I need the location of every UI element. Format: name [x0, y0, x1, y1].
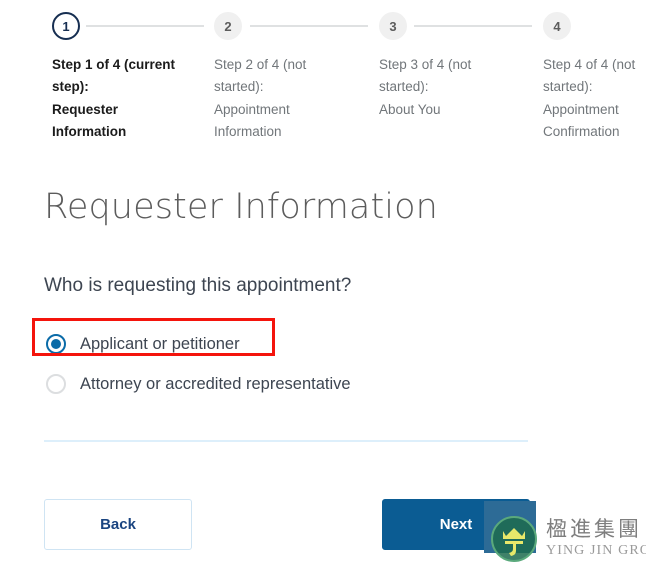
step-label-3: Step 3 of 4 (not started): About You: [371, 54, 519, 121]
step-item-3[interactable]: 3 Step 3 of 4 (not started): About You: [371, 12, 531, 121]
step-label-2: Step 2 of 4 (not started): Appointment I…: [206, 54, 354, 143]
step-label-4-line-3: Appointment: [543, 101, 619, 117]
radio-option-applicant[interactable]: Applicant or petitioner: [32, 318, 604, 361]
step-number-4: 4: [553, 18, 561, 34]
step-label-4-line-1: Step 4 of 4 (not: [543, 57, 636, 72]
next-button[interactable]: Next: [382, 499, 530, 550]
step-label-1: Step 1 of 4 (current step): Requester In…: [44, 54, 192, 143]
step-label-4-line-2: started):: [543, 79, 593, 95]
section-divider: [44, 440, 528, 442]
step-label-2-line-2: started):: [214, 79, 264, 95]
step-number-3: 3: [389, 18, 397, 34]
question-label: Who is requesting this appointment?: [44, 275, 352, 296]
step-label-1-line-1: Step 1 of 4 (current: [52, 57, 176, 72]
step-label-1-line-3: Requester: [52, 101, 119, 117]
page-title: Requester Information: [44, 187, 438, 227]
step-label-3-line-2: started):: [379, 79, 429, 95]
step-item-1[interactable]: 1 Step 1 of 4 (current step): Requester …: [44, 12, 204, 143]
back-button[interactable]: Back: [44, 499, 192, 550]
step-indicator: 1 Step 1 of 4 (current step): Requester …: [0, 0, 646, 160]
step-label-2-line-1: Step 2 of 4 (not: [214, 57, 307, 72]
step-label-1-line-4: Information: [52, 123, 127, 139]
step-label-3-line-3: About You: [379, 101, 441, 117]
main-content: Requester Information Who is requesting …: [32, 186, 604, 407]
radio-button-unselected-icon[interactable]: [46, 374, 66, 394]
radio-dot: [51, 339, 61, 349]
step-label-1-line-2: step):: [52, 79, 89, 95]
radio-button-selected-icon[interactable]: [46, 334, 66, 354]
step-number-2: 2: [224, 18, 232, 34]
step-label-3-line-1: Step 3 of 4 (not: [379, 57, 472, 72]
step-circle-3[interactable]: 3: [379, 12, 407, 40]
step-item-2[interactable]: 2 Step 2 of 4 (not started): Appointment…: [206, 12, 366, 143]
radio-option-applicant-label: Applicant or petitioner: [80, 334, 240, 353]
requester-radio-group: Applicant or petitioner Attorney or accr…: [32, 318, 604, 401]
step-number-1: 1: [62, 18, 70, 34]
step-circle-1[interactable]: 1: [52, 12, 80, 40]
step-label-4-line-4: Confirmation: [543, 123, 620, 139]
radio-option-attorney-label: Attorney or accredited representative: [80, 374, 351, 393]
step-label-2-line-3: Appointment: [214, 101, 290, 117]
step-circle-2[interactable]: 2: [214, 12, 242, 40]
step-item-4[interactable]: 4 Step 4 of 4 (not started): Appointment…: [535, 12, 645, 143]
step-label-4: Step 4 of 4 (not started): Appointment C…: [535, 54, 646, 143]
step-label-2-line-4: Information: [214, 123, 282, 139]
step-circle-4[interactable]: 4: [543, 12, 571, 40]
radio-option-attorney[interactable]: Attorney or accredited representative: [44, 367, 604, 401]
form-actions: Back Next: [44, 499, 604, 551]
